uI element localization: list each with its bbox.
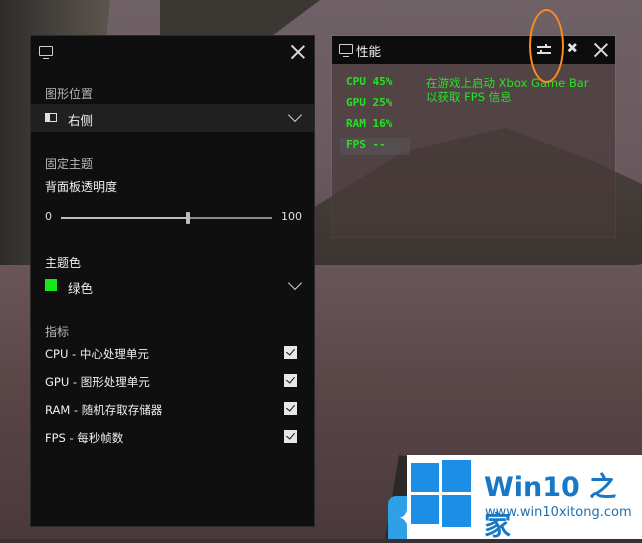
pin-icon[interactable]: ✚ (562, 39, 585, 62)
accent-color-heading: 主题色 (45, 256, 82, 270)
metric-label: RAM - 随机存取存储器 (45, 403, 163, 417)
chevron-down-icon (287, 275, 303, 291)
metric-label: FPS - 每秒帧数 (45, 431, 124, 445)
fps-stat: FPS -- (340, 138, 410, 155)
fps-info-line1: 在游戏上启动 Xbox Game Bar (426, 76, 589, 90)
monitor-icon (39, 46, 53, 59)
metric-row-gpu[interactable]: GPU - 图形处理单元 (31, 370, 314, 394)
pin-theme-heading: 固定主题 (45, 157, 94, 171)
opacity-slider-row: 0 100 (31, 208, 314, 228)
metric-checkbox-cpu[interactable] (284, 346, 297, 359)
metric-row-ram[interactable]: RAM - 随机存取存储器 (31, 398, 314, 422)
graph-position-heading: 图形位置 (45, 87, 94, 101)
performance-widget: 性能 ✚ CPU 45% GPU 25% RAM 16% FPS -- 在游戏上… (332, 36, 615, 237)
close-settings-button[interactable] (290, 44, 306, 60)
metric-row-cpu[interactable]: CPU - 中心处理单元 (31, 342, 314, 366)
metric-label: CPU - 中心处理单元 (45, 347, 149, 361)
monitor-icon (339, 44, 353, 57)
opacity-min-label: 0 (45, 210, 52, 223)
metric-checkbox-fps[interactable] (284, 430, 297, 443)
position-right-icon (45, 113, 57, 122)
performance-titlebar[interactable]: 性能 ✚ (332, 36, 615, 64)
metric-row-fps[interactable]: FPS - 每秒帧数 (31, 426, 314, 450)
annotation-circle (529, 9, 564, 83)
opacity-max-label: 100 (281, 210, 302, 223)
watermark-domain: www.win10xitong.com (485, 505, 632, 520)
watermark-brand: Win10 之家 (484, 472, 617, 542)
graph-position-dropdown[interactable]: 右侧 (31, 104, 314, 132)
performance-title: 性能 (356, 44, 382, 59)
fps-info-line2: 以获取 FPS 信息 (426, 90, 512, 104)
fps-info-message: 在游戏上启动 Xbox Game Bar 以获取 FPS 信息 (426, 76, 606, 104)
metrics-heading: 指标 (45, 325, 70, 339)
accent-color-swatch (45, 279, 57, 291)
accent-color-value: 绿色 (68, 281, 94, 296)
metric-checkbox-ram[interactable] (284, 402, 297, 415)
metric-label: GPU - 图形处理单元 (45, 375, 150, 389)
close-widget-button[interactable] (593, 42, 609, 58)
settings-titlebar (31, 36, 314, 68)
opacity-slider-track[interactable] (61, 212, 272, 224)
win10-watermark: Win10 之家 www.win10xitong.com (407, 455, 642, 542)
accent-color-dropdown[interactable]: 绿色 (31, 272, 314, 300)
gpu-stat: GPU 25% (346, 96, 393, 109)
performance-settings-panel: 图形位置 右侧 固定主题 背面板透明度 0 100 主题色 绿色 指标 CPU … (31, 36, 314, 526)
opacity-label: 背面板透明度 (45, 180, 118, 194)
graph-position-value: 右侧 (68, 113, 94, 128)
opacity-slider-fill (61, 217, 188, 219)
opacity-slider-thumb[interactable] (185, 212, 190, 224)
ram-stat: RAM 16% (346, 117, 393, 130)
metric-checkbox-gpu[interactable] (284, 374, 297, 387)
cpu-stat: CPU 45% (346, 75, 393, 88)
windows-logo-icon (411, 460, 471, 527)
chevron-down-icon (287, 107, 303, 123)
